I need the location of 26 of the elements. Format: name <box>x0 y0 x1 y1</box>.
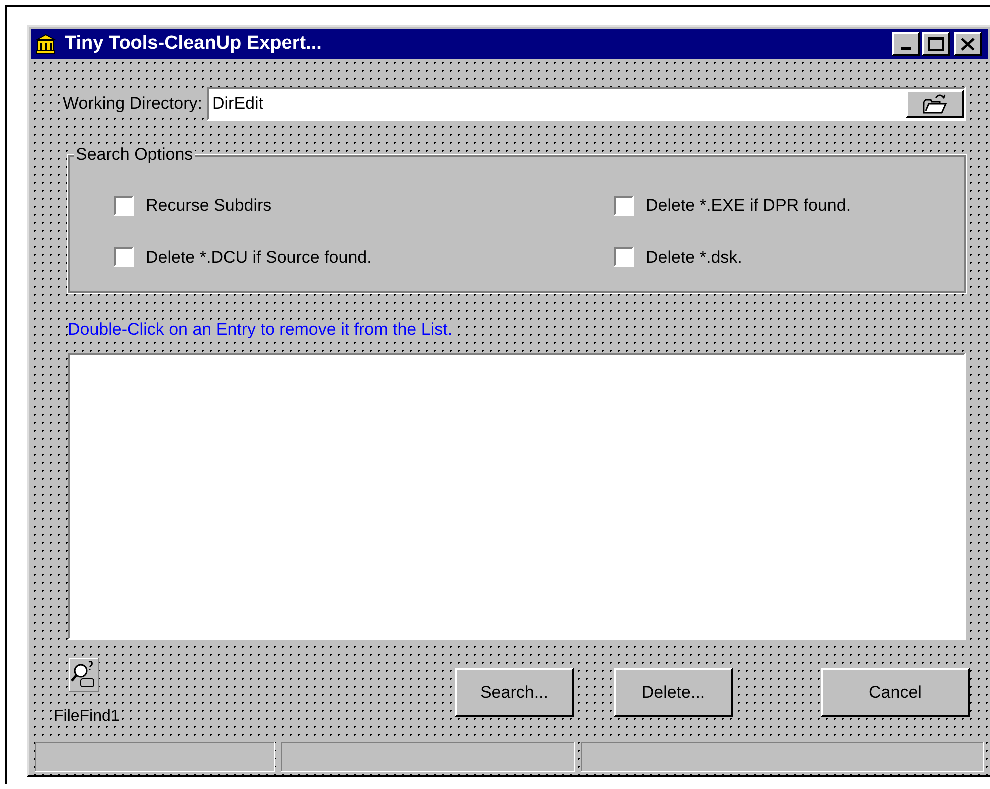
close-button[interactable] <box>954 32 982 56</box>
hint-text: Double-Click on an Entry to remove it from the List. <box>68 320 453 339</box>
file-find-component-icon[interactable] <box>69 658 99 692</box>
checkbox[interactable] <box>614 196 634 216</box>
dialog-button[interactable]: Search... <box>455 668 574 717</box>
minimize-button[interactable] <box>892 32 920 56</box>
checkbox-label: Delete *.dsk. <box>646 246 742 268</box>
checkbox[interactable] <box>114 247 134 268</box>
browse-button[interactable] <box>906 90 964 118</box>
dialog-button[interactable]: Delete... <box>614 668 733 717</box>
checkbox-label: Delete *.DCU if Source found. <box>146 246 372 268</box>
checkbox[interactable] <box>614 247 634 268</box>
checkbox[interactable] <box>114 196 134 216</box>
folder-icon <box>922 93 948 115</box>
maximize-icon <box>928 37 944 51</box>
checkbox-label: Delete *.EXE if DPR found. <box>646 195 852 217</box>
maximize-button[interactable] <box>922 32 950 56</box>
checkbox-label: Recurse Subdirs <box>146 195 272 217</box>
building-icon <box>35 33 57 55</box>
magnifier-icon <box>71 660 97 690</box>
window-title: Tiny Tools-CleanUp Expert... <box>65 32 322 56</box>
working-directory-field[interactable]: DirEdit <box>206 87 966 121</box>
close-icon <box>961 38 975 50</box>
minimize-icon <box>901 47 911 50</box>
dialog-button[interactable]: Cancel <box>821 668 970 717</box>
field-value: DirEdit <box>212 93 265 116</box>
